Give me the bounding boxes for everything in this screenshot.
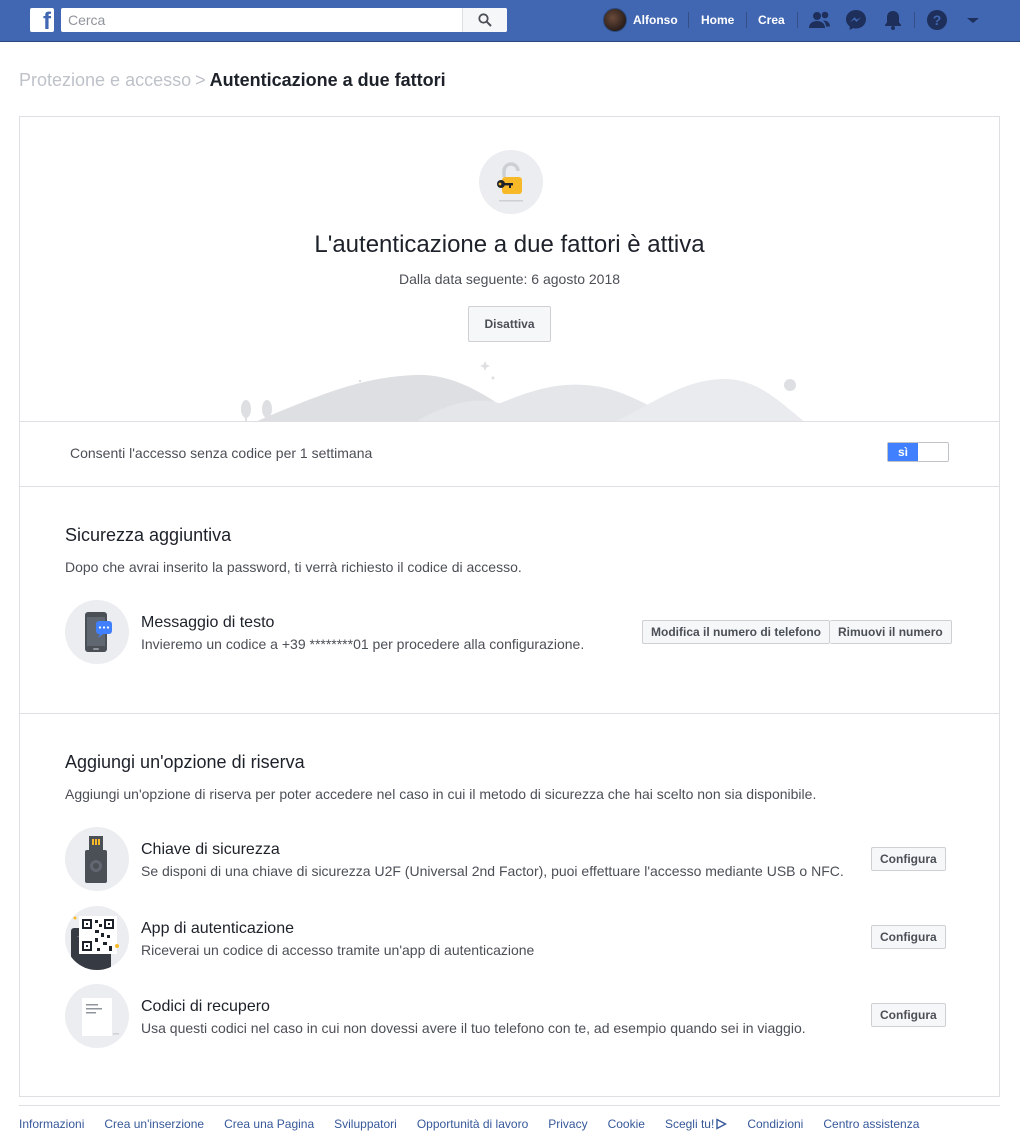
footer-divider <box>19 1105 1000 1106</box>
no-code-access-row: Consenti l'accesso senza codice per 1 se… <box>20 422 999 487</box>
messenger-icon[interactable] <box>844 9 868 31</box>
two-factor-settings-card: L'autenticazione a due fattori è attiva … <box>19 116 1000 1097</box>
remove-phone-button[interactable]: Rimuovi il numero <box>830 620 952 644</box>
configure-authenticator-button[interactable]: Configura <box>871 925 946 949</box>
status-hero: L'autenticazione a due fattori è attiva … <box>20 117 999 422</box>
footer-link-help[interactable]: Centro assistenza <box>823 1117 919 1131</box>
search-box <box>61 8 507 32</box>
friends-icon[interactable] <box>808 9 832 31</box>
toggle-on-label: sì <box>888 443 918 461</box>
adchoices-icon <box>716 1118 728 1130</box>
no-code-access-label: Consenti l'accesso senza codice per 1 se… <box>70 445 373 461</box>
recovery-codes-description: Usa questi codici nel caso in cui non do… <box>141 1020 806 1036</box>
recovery-codes-title: Codici di recupero <box>141 998 270 1015</box>
security-key-description: Se disponi di una chiave di sicurezza U2… <box>141 863 844 879</box>
authenticator-app-description: Riceverai un codice di accesso tramite u… <box>141 942 535 958</box>
security-key-title: Chiave di sicurezza <box>141 841 280 858</box>
search-button[interactable] <box>462 8 507 32</box>
footer-link-cookies[interactable]: Cookie <box>608 1117 645 1131</box>
qr-code-icon <box>65 906 129 970</box>
nav-divider <box>914 12 915 28</box>
usb-key-icon <box>65 827 129 891</box>
user-name: Alfonso <box>633 13 678 27</box>
landscape-illustration <box>241 361 804 421</box>
backup-title: Aggiungi un'opzione di riserva <box>65 752 305 772</box>
footer-links: Informazioni Crea un'inserzione Crea una… <box>19 1117 919 1131</box>
no-code-access-toggle[interactable]: sì <box>887 442 949 462</box>
footer-link-terms[interactable]: Condizioni <box>747 1117 803 1131</box>
footer-link-developers[interactable]: Sviluppatori <box>334 1117 397 1131</box>
authenticator-app-title: App di autenticazione <box>141 920 294 937</box>
document-icon <box>65 984 129 1048</box>
breadcrumb: Protezione e accesso > Autenticazione a du… <box>19 70 446 90</box>
page-title: Autenticazione a due fattori <box>209 70 446 90</box>
profile-link[interactable]: Alfonso <box>603 8 678 32</box>
footer-link-privacy[interactable]: Privacy <box>548 1117 587 1131</box>
configure-recovery-codes-button[interactable]: Configura <box>871 1003 946 1027</box>
facebook-logo-icon[interactable]: f <box>30 8 54 34</box>
dropdown-arrow-icon[interactable] <box>961 9 985 31</box>
status-title: L'autenticazione a due fattori è attiva <box>314 231 705 258</box>
nav-divider <box>688 12 689 28</box>
sms-actions: Modifica il numero di telefono Rimuovi i… <box>642 620 952 644</box>
activation-date: Dalla data seguente: 6 agosto 2018 <box>398 271 621 287</box>
unlocked-padlock-icon <box>479 150 543 214</box>
breadcrumb-separator: > <box>195 70 206 90</box>
edit-phone-button[interactable]: Modifica il numero di telefono <box>642 620 831 644</box>
footer-link-careers[interactable]: Opportunità di lavoro <box>417 1117 528 1131</box>
deactivate-button[interactable]: Disattiva <box>468 306 551 342</box>
backup-description: Aggiungi un'opzione di riserva per poter… <box>65 786 817 802</box>
search-input[interactable] <box>61 8 461 32</box>
sms-option-title: Messaggio di testo <box>141 614 275 631</box>
search-icon <box>478 13 492 27</box>
extra-security-section: Sicurezza aggiuntiva Dopo che avrai inse… <box>20 487 999 714</box>
footer-link-adchoices[interactable]: Scegli tu! <box>665 1117 714 1131</box>
notifications-icon[interactable] <box>881 9 905 31</box>
nav-divider <box>797 12 798 28</box>
backup-options-section: Aggiungi un'opzione di riserva Aggiungi … <box>20 714 999 1097</box>
nav-divider <box>746 12 747 28</box>
footer-link-about[interactable]: Informazioni <box>19 1117 84 1131</box>
footer-link-create-page[interactable]: Crea una Pagina <box>224 1117 314 1131</box>
footer-link-adchoices-wrap[interactable]: Scegli tu! <box>665 1117 728 1131</box>
extra-security-description: Dopo che avrai inserito la password, ti … <box>65 559 522 575</box>
svg-text:?: ? <box>933 12 942 28</box>
create-link[interactable]: Crea <box>758 13 785 27</box>
avatar <box>603 8 627 32</box>
top-navigation-bar: f Alfonso Home Crea ? <box>0 0 1020 42</box>
home-link[interactable]: Home <box>701 13 734 27</box>
breadcrumb-parent-link[interactable]: Protezione e accesso <box>19 70 191 90</box>
phone-sms-icon <box>65 600 129 664</box>
extra-security-title: Sicurezza aggiuntiva <box>65 525 232 545</box>
help-icon[interactable]: ? <box>925 9 949 31</box>
sms-option-description: Invieremo un codice a +39 ********01 per… <box>141 636 585 652</box>
configure-security-key-button[interactable]: Configura <box>871 847 946 871</box>
footer-link-create-ad[interactable]: Crea un'inserzione <box>104 1117 204 1131</box>
